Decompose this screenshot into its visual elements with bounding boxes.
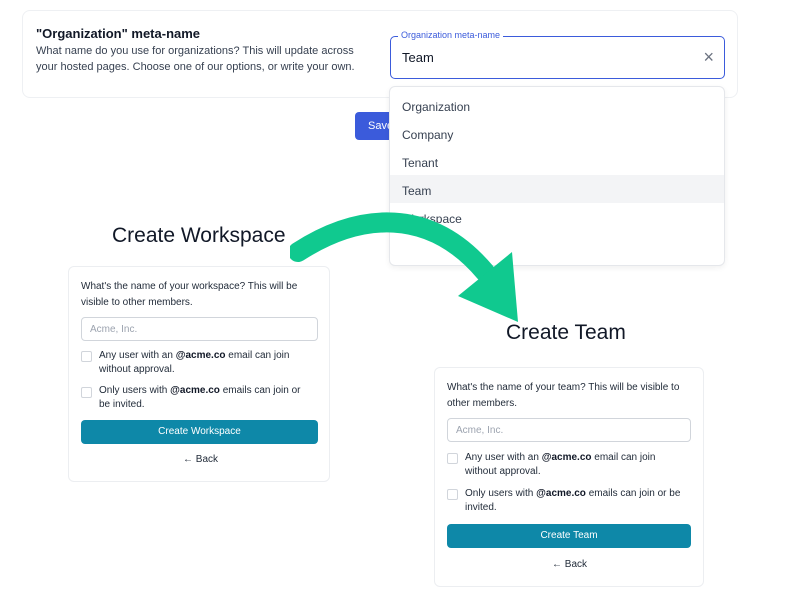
invite-only-label: Only users with @acme.co emails can join… <box>465 488 681 513</box>
auto-join-checkbox[interactable] <box>81 351 92 362</box>
dropdown-option-company[interactable]: Company <box>390 119 724 147</box>
auto-join-label: Any user with an @acme.co email can join… <box>465 452 656 477</box>
workspace-question: What's the name of your workspace? This … <box>81 281 298 308</box>
invite-only-label: Only users with @acme.co emails can join… <box>99 385 301 410</box>
team-name-input[interactable]: Acme, Inc. <box>447 418 691 442</box>
dropdown-option-tenant[interactable]: Tenant <box>390 147 724 175</box>
dropdown-option-team[interactable]: Team <box>390 175 724 203</box>
invite-only-checkbox[interactable] <box>447 489 458 500</box>
org-meta-name-label: Organization meta-name <box>398 30 504 40</box>
auto-join-label: Any user with an @acme.co email can join… <box>99 350 290 375</box>
team-heading: Create Team <box>506 321 626 344</box>
invite-only-checkbox[interactable] <box>81 387 92 398</box>
create-team-card: What's the name of your team? This will … <box>434 367 704 587</box>
team-question: What's the name of your team? This will … <box>447 382 680 409</box>
workspace-name-input[interactable]: Acme, Inc. <box>81 317 318 341</box>
settings-description: What name do you use for organizations? … <box>36 45 355 73</box>
dropdown-option-organization[interactable]: Organization <box>390 91 724 119</box>
back-link[interactable]: ← Back <box>183 454 218 465</box>
org-meta-name-input[interactable]: Organization meta-name Team × <box>390 30 725 79</box>
auto-join-checkbox[interactable] <box>447 453 458 464</box>
settings-title: "Organization" meta-name <box>36 26 201 41</box>
create-team-button[interactable]: Create Team <box>447 524 691 548</box>
back-link[interactable]: ← Back <box>552 559 587 570</box>
clear-icon[interactable]: × <box>703 46 714 68</box>
org-meta-name-value: Team <box>402 50 434 65</box>
create-workspace-button[interactable]: Create Workspace <box>81 420 318 444</box>
create-workspace-card: What's the name of your workspace? This … <box>68 266 330 482</box>
workspace-heading: Create Workspace <box>112 224 286 247</box>
